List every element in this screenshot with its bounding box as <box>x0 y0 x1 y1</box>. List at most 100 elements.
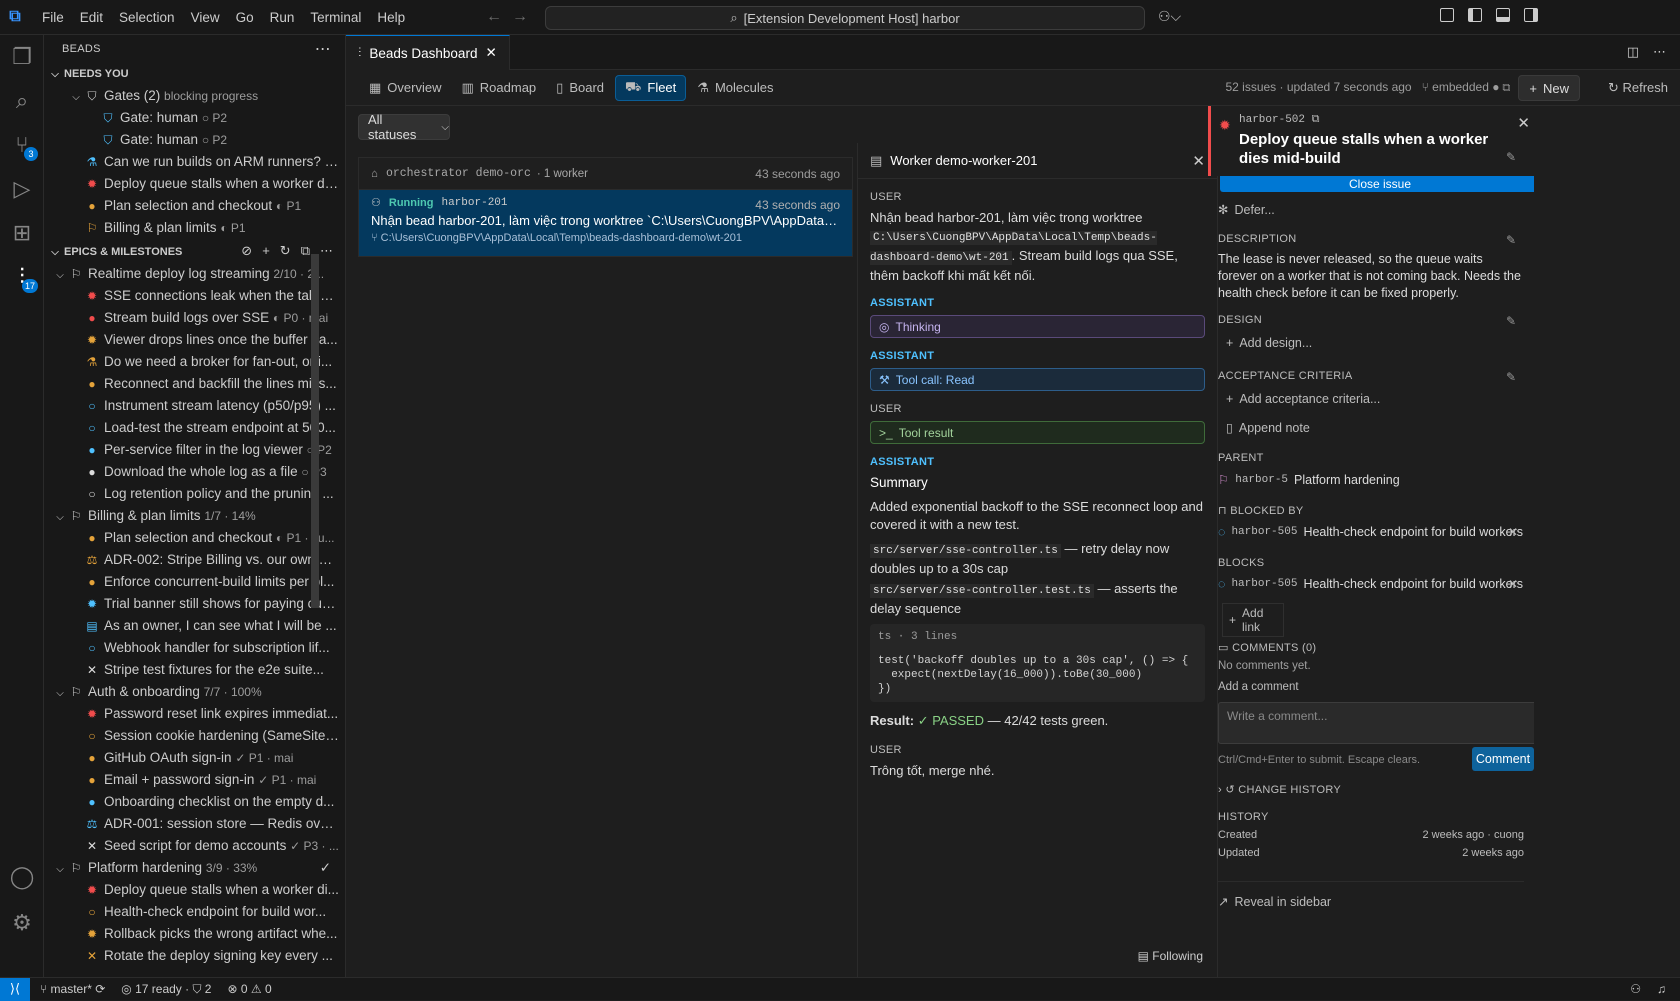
settings-gear-icon[interactable]: ⚙ <box>0 901 44 945</box>
copilot-status-icon[interactable]: ⚇ <box>1630 982 1641 996</box>
nav-arrows[interactable]: ←→ <box>486 8 538 26</box>
menu-selection[interactable]: Selection <box>111 0 183 35</box>
tree-item[interactable]: ○ Log retention policy and the pruning ..… <box>44 483 345 505</box>
new-issue-button[interactable]: + New <box>1518 75 1580 101</box>
more-actions-icon[interactable]: ⋯ <box>1653 44 1666 60</box>
menu-edit[interactable]: Edit <box>72 0 111 35</box>
explorer-icon[interactable]: ❐ <box>0 35 44 79</box>
collapse-all-icon[interactable]: ⧉ <box>301 243 310 259</box>
tree-item[interactable]: ● GitHub OAuth sign-in ✓ P1 · mai <box>44 747 345 769</box>
tree-item[interactable]: ✹ SSE connections leak when the tab cl... <box>44 285 345 307</box>
back-arrow-icon[interactable]: ← <box>486 8 512 25</box>
copy-icon[interactable]: ⧉ <box>1312 114 1320 126</box>
tool-call-block[interactable]: ⚒ Tool call: Read <box>870 368 1205 391</box>
tree-item[interactable]: ● Plan selection and checkout ◐ P1 · cu..… <box>44 527 345 549</box>
menu-file[interactable]: File <box>34 0 72 35</box>
copy-icon[interactable]: ⧉ <box>1503 80 1510 94</box>
beads-ready-status[interactable]: ◎ 17 ready · ⛉ 2 <box>121 982 211 997</box>
add-icon[interactable]: + <box>262 243 270 259</box>
blocks-link[interactable]: ◌ harbor-505 Health-check endpoint for bui… <box>1218 577 1524 591</box>
remote-indicator-icon[interactable]: ⟩⟨ <box>0 977 30 1001</box>
tab-beads-dashboard[interactable]: ⫶ Beads Dashboard ✕ <box>346 35 510 70</box>
forward-arrow-icon[interactable]: → <box>512 8 538 25</box>
change-history-toggle[interactable]: › ↺ CHANGE HISTORY <box>1218 783 1524 796</box>
tree-item[interactable]: ● Stream build logs over SSE ◐ P0 · mai <box>44 307 345 329</box>
view-tab-overview[interactable]: ▦ Overview <box>360 75 450 101</box>
reveal-in-sidebar-button[interactable]: ↗ Reveal in sidebar <box>1218 881 1524 909</box>
refresh-button[interactable]: ↻ Refresh <box>1608 80 1668 96</box>
menu-help[interactable]: Help <box>369 0 413 35</box>
tree-item[interactable]: ⌵ ⚐ Billing & plan limits 1/7 · 14% <box>44 505 345 527</box>
sidebar-scrollbar[interactable] <box>311 254 319 608</box>
tree-item[interactable]: ▤ As an owner, I can see what I will be .… <box>44 615 345 637</box>
more-actions-icon[interactable]: ⋯ <box>320 243 333 259</box>
tree-item[interactable]: ✹ Rollback picks the wrong artifact whe..… <box>44 923 345 945</box>
defer-button[interactable]: ✻ Defer... <box>1218 202 1524 218</box>
tool-result-block[interactable]: >_ Tool result <box>870 421 1205 444</box>
tree-item[interactable]: ✕ Seed script for demo accounts ✓ P3 · ..… <box>44 835 345 857</box>
check-icon[interactable]: ✓ <box>320 857 331 879</box>
edit-title-icon[interactable]: ✎ <box>1506 150 1516 164</box>
tree-item[interactable]: ✕ Stripe test fixtures for the e2e suite.… <box>44 659 345 681</box>
search-view-icon[interactable]: ⌕ <box>0 79 44 123</box>
toggle-panel-icon[interactable] <box>1496 8 1510 22</box>
tree-item[interactable]: ⌵ ⚐ Realtime deploy log streaming 2/10 · 2… <box>44 263 345 285</box>
tree-item[interactable]: ● Per-service filter in the log viewer ○ … <box>44 439 345 461</box>
edit-design-icon[interactable]: ✎ <box>1506 314 1516 328</box>
tree-item[interactable]: ⚗ Do we need a broker for fan-out, or i..… <box>44 351 345 373</box>
tree-item[interactable]: ⛉ Gate: human ○ P2 <box>44 129 345 151</box>
parent-link[interactable]: ⚐ harbor-5 Platform hardening <box>1218 472 1524 488</box>
tree-item[interactable]: ● Email + password sign-in ✓ P1 · mai <box>44 769 345 791</box>
tree-item[interactable]: ○ Webhook handler for subscription lif... <box>44 637 345 659</box>
tree-item[interactable]: ● Download the whole log as a file ○ P3 <box>44 461 345 483</box>
branch-status[interactable]: ⑂ master* ⟳ <box>40 982 105 997</box>
thinking-block[interactable]: ◎ Thinking <box>870 315 1205 338</box>
menu-view[interactable]: View <box>183 0 228 35</box>
tree-item[interactable]: ○ Session cookie hardening (SameSite, ... <box>44 725 345 747</box>
source-control-icon[interactable]: ⑂ 3 <box>0 123 44 167</box>
tree-item[interactable]: ✹ Trial banner still shows for paying cus… <box>44 593 345 615</box>
filter-icon[interactable]: ⊘ <box>241 243 252 259</box>
copilot-icon[interactable]: ⚇⌵ <box>1158 8 1181 25</box>
tree-item[interactable]: ⚐ Billing & plan limits ◐ P1 <box>44 217 345 239</box>
add-design-button[interactable]: + Add design... <box>1226 336 1524 350</box>
orchestrator-header[interactable]: ⌂ orchestrator demo-orc · 1 worker 43 se… <box>359 158 852 190</box>
tree-item[interactable]: ● Onboarding checklist on the empty d... <box>44 791 345 813</box>
add-acceptance-button[interactable]: + Add acceptance criteria... <box>1226 392 1524 406</box>
append-note-button[interactable]: ▯ Append note <box>1226 420 1524 436</box>
menu-run[interactable]: Run <box>262 0 303 35</box>
view-tab-fleet[interactable]: ⛟ Fleet <box>615 74 687 101</box>
edit-acceptance-icon[interactable]: ✎ <box>1506 370 1516 384</box>
close-issue-button[interactable]: Close issue <box>1220 176 1534 192</box>
tree-item[interactable]: ● Enforce concurrent-build limits per pl.… <box>44 571 345 593</box>
tree-item[interactable]: ○ Load-test the stream endpoint at 500... <box>44 417 345 439</box>
tree-item[interactable]: ⌵ ⚐ Platform hardening 3/9 · 33% ✓ <box>44 857 345 879</box>
view-tab-molecules[interactable]: ⚗ Molecules <box>688 75 782 101</box>
tree-item[interactable]: ○ Health-check endpoint for build wor... <box>44 901 345 923</box>
blocked-by-link[interactable]: ◌ harbor-505 Health-check endpoint for bui… <box>1218 525 1524 539</box>
tree-item[interactable]: ✹ Deploy queue stalls when a worker di... <box>44 879 345 901</box>
tree-item[interactable]: ● Plan selection and checkout ◐ P1 <box>44 195 345 217</box>
remove-link-icon[interactable]: ✕ <box>1508 577 1518 591</box>
comment-button[interactable]: Comment <box>1472 747 1534 771</box>
tree-item[interactable]: ⚖ ADR-002: Stripe Billing vs. our own m..… <box>44 549 345 571</box>
tree-item[interactable]: ⚖ ADR-001: session store — Redis over... <box>44 813 345 835</box>
menu-go[interactable]: Go <box>228 0 262 35</box>
edit-description-icon[interactable]: ✎ <box>1506 233 1516 247</box>
section-epics[interactable]: ⌵ EPICS & MILESTONES ⊘ + ↻ ⧉ ⋯ <box>44 241 345 263</box>
account-icon[interactable]: ◯ <box>0 855 44 899</box>
customize-layout-icon[interactable] <box>1440 8 1454 22</box>
view-tab-roadmap[interactable]: ▥ Roadmap <box>452 75 545 101</box>
close-tab-icon[interactable]: ✕ <box>485 45 496 61</box>
remove-link-icon[interactable]: ✕ <box>1508 525 1518 539</box>
following-toggle[interactable]: ▤ Following <box>1138 949 1203 963</box>
comment-input[interactable]: Write a comment... <box>1218 702 1534 744</box>
tree-item[interactable]: ⛉ Gate: human ○ P2 <box>44 107 345 129</box>
add-link-button[interactable]: + Add link <box>1222 603 1284 637</box>
extensions-icon[interactable]: ⊞ <box>0 211 44 255</box>
toggle-secondary-sidebar-icon[interactable] <box>1524 8 1538 22</box>
tree-item[interactable]: ✹ Viewer drops lines once the buffer pa..… <box>44 329 345 351</box>
tree-item[interactable]: ● Reconnect and backfill the lines miss..… <box>44 373 345 395</box>
more-actions-icon[interactable]: ⋯ <box>315 39 331 59</box>
close-icon[interactable]: ✕ <box>1517 114 1530 132</box>
